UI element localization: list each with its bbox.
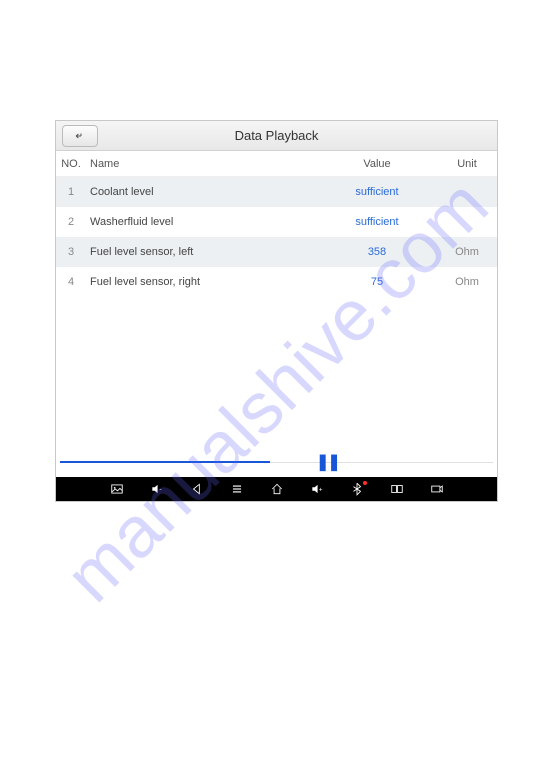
volume-down-icon[interactable]: -	[150, 482, 164, 496]
cell-name: Washerfluid level	[86, 216, 317, 228]
back-nav-icon[interactable]	[190, 482, 204, 496]
cell-unit: Ohm	[437, 246, 497, 258]
home-icon[interactable]	[270, 482, 284, 496]
menu-icon[interactable]	[230, 482, 244, 496]
header-unit: Unit	[437, 158, 497, 170]
cell-value: sufficient	[317, 216, 437, 228]
svg-text:-: -	[159, 486, 162, 493]
cell-no: 4	[56, 276, 86, 288]
cell-value: 75	[317, 276, 437, 288]
back-button[interactable]	[62, 125, 98, 147]
pause-icon[interactable]: ❚❚	[316, 452, 339, 472]
progress-track	[270, 462, 493, 463]
table-row[interactable]: 3Fuel level sensor, left358Ohm	[56, 237, 497, 267]
cell-no: 1	[56, 186, 86, 198]
playback-area	[56, 297, 497, 447]
svg-text:+: +	[318, 486, 322, 493]
cell-unit: Ohm	[437, 276, 497, 288]
device-frame: Data Playback NO. Name Value Unit 1Coola…	[55, 120, 498, 502]
cell-name: Fuel level sensor, right	[86, 276, 317, 288]
page-title: Data Playback	[56, 128, 497, 143]
cell-name: Coolant level	[86, 186, 317, 198]
table-row[interactable]: 4Fuel level sensor, right75Ohm	[56, 267, 497, 297]
table-row[interactable]: 1Coolant levelsufficient	[56, 177, 497, 207]
table-row[interactable]: 2Washerfluid levelsufficient	[56, 207, 497, 237]
progress-bar[interactable]: ❚❚	[56, 447, 497, 477]
header-value: Value	[317, 158, 437, 170]
camera-icon[interactable]	[430, 482, 444, 496]
table-header: NO. Name Value Unit	[56, 151, 497, 177]
bluetooth-icon[interactable]	[350, 482, 364, 496]
cell-no: 3	[56, 246, 86, 258]
cell-no: 2	[56, 216, 86, 228]
cell-name: Fuel level sensor, left	[86, 246, 317, 258]
header-bar: Data Playback	[56, 121, 497, 151]
app-switch-icon[interactable]	[390, 482, 404, 496]
table-body: 1Coolant levelsufficient2Washerfluid lev…	[56, 177, 497, 297]
header-name: Name	[86, 158, 317, 170]
volume-up-icon[interactable]: +	[310, 482, 324, 496]
header-no: NO.	[56, 158, 86, 170]
image-icon[interactable]	[110, 482, 124, 496]
progress-fill	[60, 461, 270, 463]
nav-bar: - +	[56, 477, 497, 501]
cell-value: sufficient	[317, 186, 437, 198]
cell-value: 358	[317, 246, 437, 258]
